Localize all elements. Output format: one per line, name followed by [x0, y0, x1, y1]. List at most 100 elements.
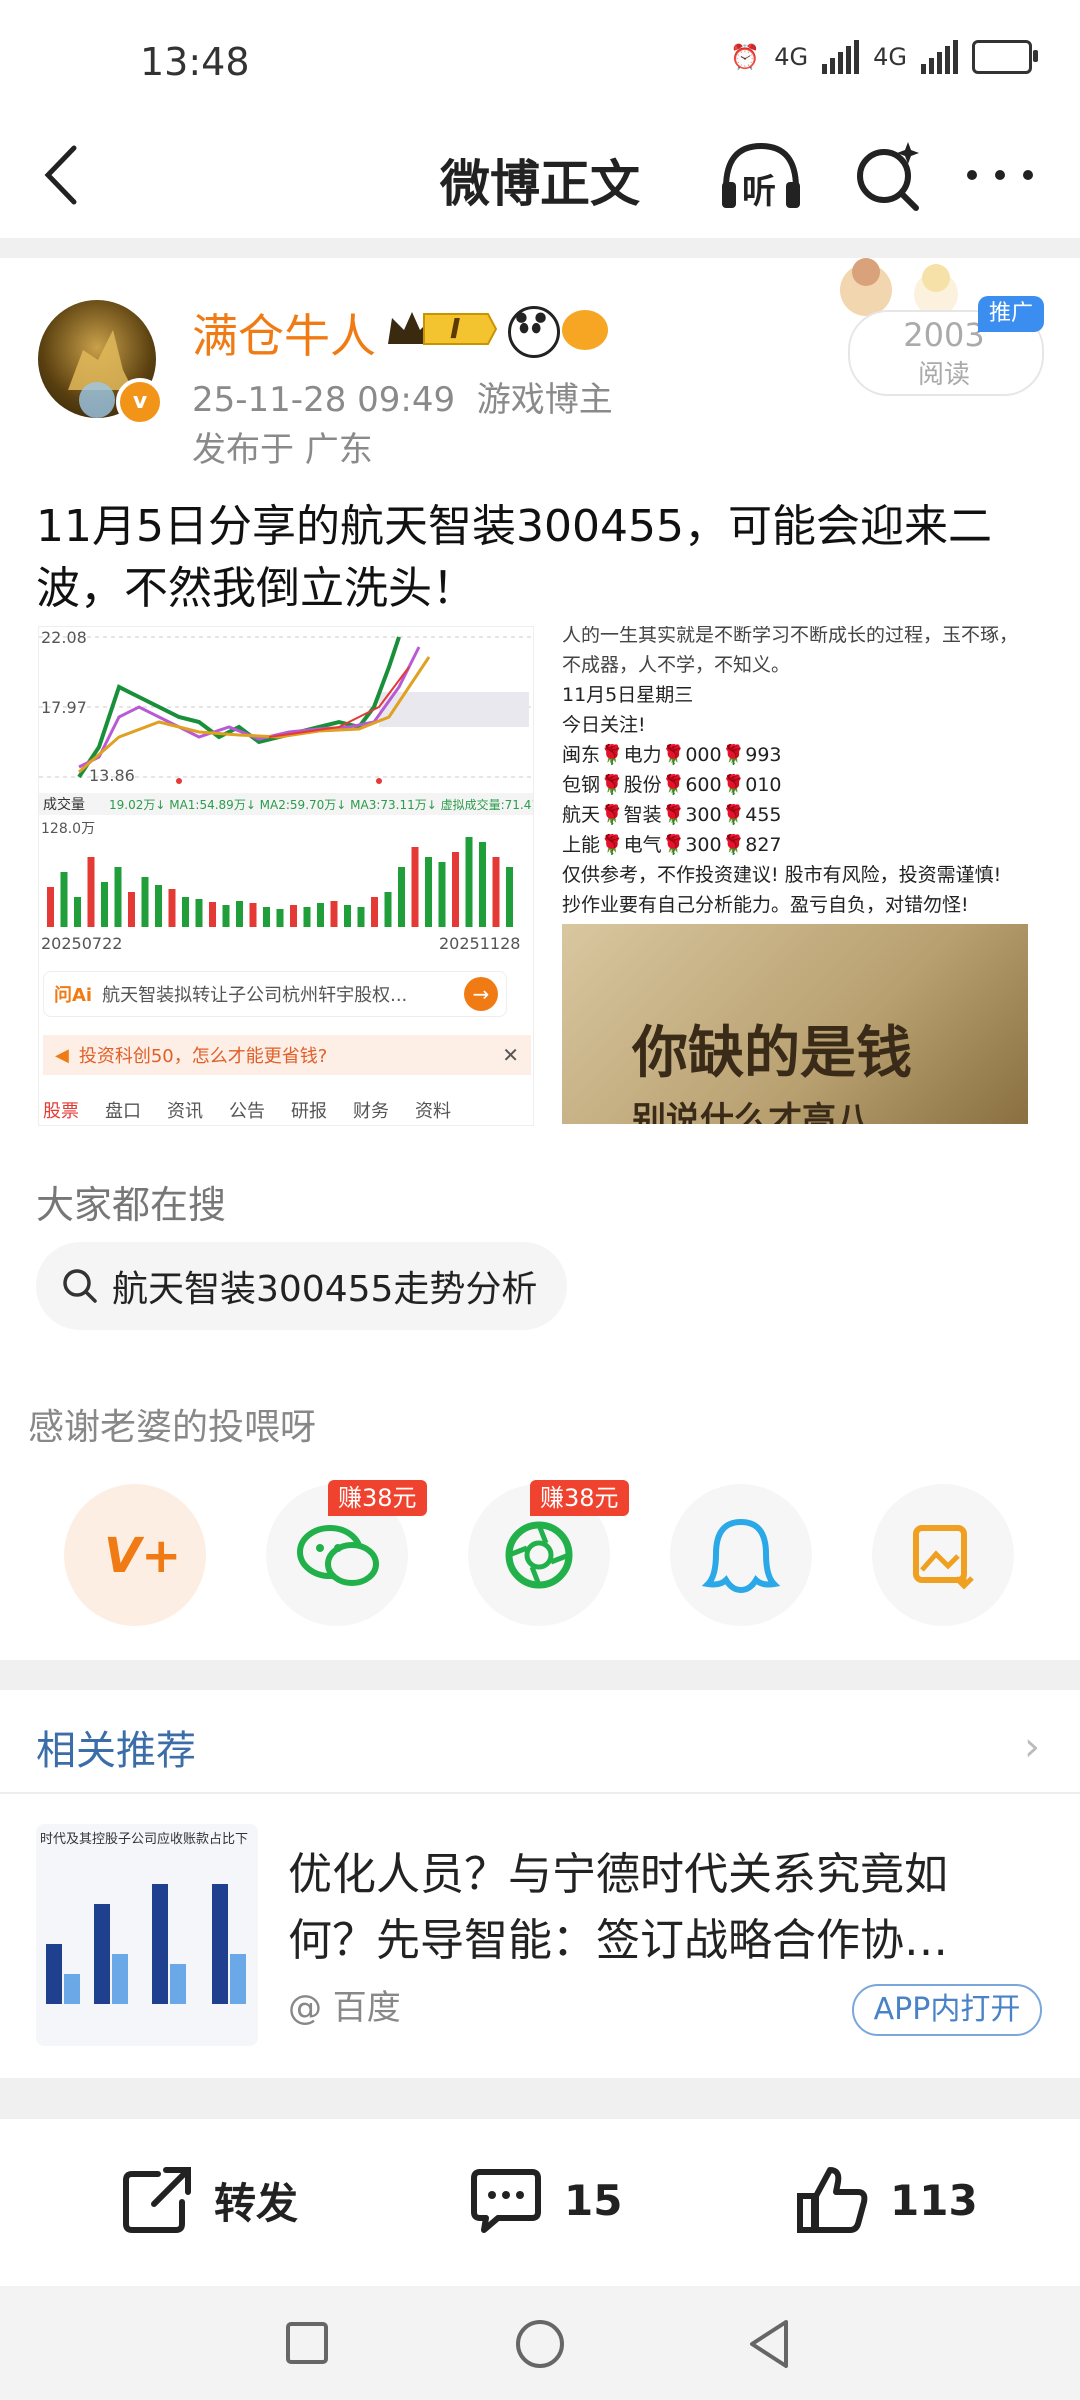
battery-icon — [972, 40, 1038, 74]
date-end-label: 20251128 — [439, 934, 520, 953]
date-start-label: 20250722 — [41, 934, 122, 953]
post-text: 11月5日分享的航天智装300455，可能会迎来二波，不然我倒立洗头！ — [36, 501, 992, 614]
user-role: 游戏博主 — [476, 380, 613, 420]
related-item-source: @ 百度 — [288, 1988, 401, 2028]
comment-icon — [471, 2169, 541, 2233]
tab-news[interactable]: 资讯 — [167, 1097, 203, 1123]
volume-bar — [357, 907, 365, 927]
alarm-icon: ⏰ — [730, 43, 761, 71]
ai-bar[interactable]: 问Ai 航天智装拟转让子公司杭州轩宇股权... → — [43, 971, 507, 1017]
volume-bar — [74, 897, 81, 927]
comment-count: 15 — [564, 2175, 623, 2225]
volume-bar — [236, 901, 243, 927]
volume-bars — [47, 837, 513, 927]
signal-icon-2 — [921, 40, 958, 74]
open-in-app-button[interactable]: APP内打开 — [852, 1984, 1042, 2036]
tab-stock[interactable]: 股票 — [43, 1097, 79, 1123]
poster-image: 你缺的是钱 别说什么才高八 — [562, 924, 1028, 1124]
volume-bar — [479, 842, 486, 927]
wechat-earn-tag: 赚38元 — [328, 1480, 427, 1516]
price-low-label: 13.86 — [89, 766, 135, 785]
divider — [0, 1660, 1080, 1690]
divider — [0, 238, 1080, 258]
tab-profile[interactable]: 资料 — [415, 1097, 451, 1123]
post-timestamp: 25-11-28 09:49 — [192, 380, 456, 420]
ai-label: 问Ai — [54, 985, 93, 1006]
post-location: 发布于 广东 — [192, 430, 373, 470]
related-section-title: 相关推荐 — [36, 1728, 196, 1774]
more-icon[interactable] — [960, 160, 1040, 190]
related-thumbnail[interactable]: 时代及其控股子公司应收账款占比下 — [36, 1824, 258, 2046]
volume-bar — [371, 897, 378, 927]
comment-button[interactable]: 15 — [468, 2162, 622, 2238]
post-meta: 25-11-28 09:49 游戏博主 — [192, 372, 613, 421]
promo-text: 投资科创50，怎么才能更省钱? — [78, 1046, 328, 1067]
volume-bar — [222, 905, 230, 927]
volume-max-label: 128.0万 — [41, 821, 95, 837]
save-image-button[interactable] — [872, 1484, 1014, 1626]
note-line-0: 人的一生其实就是不断学习不断成长的过程，玉不琢，不成器，人不学，不知义。 — [562, 626, 1019, 676]
note-stock-1: 闽东🌹电力🌹000🌹993 — [562, 744, 782, 766]
chevron-right-icon[interactable]: › — [1024, 1724, 1040, 1770]
poster-headline: 你缺的是钱 — [632, 1021, 912, 1086]
volume-bar — [398, 867, 405, 927]
repost-button[interactable]: 转发 — [118, 2162, 298, 2238]
ai-text: 航天智装拟转让子公司杭州轩宇股权... — [102, 985, 408, 1006]
volume-bar — [276, 909, 284, 927]
qq-share-button[interactable] — [670, 1484, 812, 1626]
thumbnail-chart — [46, 1884, 246, 2004]
trending-search-chip[interactable]: 航天智装300455走势分析 — [36, 1242, 568, 1330]
username[interactable]: 满仓牛人 — [192, 300, 376, 366]
tab-announcement[interactable]: 公告 — [229, 1097, 265, 1123]
volume-bar — [87, 857, 95, 927]
note-disclaimer: 仅供参考，不作投资建议! 股市有风险，投资需谨慎! 抄作业要有自己分析能力。盈亏… — [562, 864, 1002, 916]
thumbnail-caption: 时代及其控股子公司应收账款占比下 — [40, 1832, 249, 1847]
like-count: 113 — [890, 2175, 978, 2225]
network-type-2: 4G — [873, 43, 907, 71]
tab-finance[interactable]: 财务 — [353, 1097, 389, 1123]
trending-search-text: 航天智装300455走势分析 — [112, 1269, 538, 1310]
volume-bar — [141, 877, 149, 927]
repost-icon — [123, 2167, 191, 2233]
system-back-icon[interactable] — [742, 2316, 798, 2372]
volume-bar — [411, 847, 419, 927]
arrow-right-icon: → — [464, 977, 498, 1011]
volume-bar — [168, 889, 176, 927]
poster-subline: 别说什么才高八 — [632, 1100, 870, 1124]
trending-search-label: 大家都在搜 — [36, 1183, 227, 1227]
vplus-icon: V+ — [104, 1528, 182, 1584]
note-text-block: 人的一生其实就是不断学习不断成长的过程，玉不琢，不成器，人不学，不知义。 11月… — [562, 626, 1022, 920]
search-icon[interactable] — [848, 136, 928, 216]
note-date: 11月5日星期三 — [562, 684, 694, 706]
volume-bar — [47, 887, 54, 927]
tab-handicap[interactable]: 盘口 — [105, 1097, 141, 1123]
volume-bar — [249, 903, 257, 927]
note-stock-2: 包钢🌹股份🌹600🌹010 — [562, 774, 782, 796]
price-mid-label: 17.97 — [41, 698, 87, 717]
close-icon[interactable]: ✕ — [502, 1043, 519, 1067]
post-image-note[interactable]: 人的一生其实就是不断学习不断成长的过程，玉不琢，不成器，人不学，不知义。 11月… — [560, 626, 1030, 1124]
save-image-icon — [913, 1525, 974, 1590]
volume-bar — [452, 852, 459, 927]
volume-bar — [155, 885, 162, 927]
promo-tag: 推广 — [978, 296, 1044, 332]
qq-icon — [701, 1518, 781, 1594]
volume-bar — [263, 907, 270, 927]
vplus-share-button[interactable]: V+ — [64, 1484, 206, 1626]
listen-icon[interactable]: 听 — [716, 136, 806, 216]
related-item-title[interactable]: 优化人员？与宁德时代关系究竟如何？先导智能：签订战略合作协… — [288, 1842, 1028, 1974]
volume-bar — [128, 892, 135, 927]
post-image-chart[interactable]: 22.08 17.97 13.86 成交量 19.02万↓ MA1:54.89万… — [38, 626, 534, 1126]
divider — [0, 1792, 1080, 1794]
tab-research[interactable]: 研报 — [291, 1097, 327, 1123]
like-button[interactable]: 113 — [794, 2162, 978, 2238]
volume-bar — [492, 857, 500, 927]
moments-earn-tag: 赚38元 — [530, 1480, 629, 1516]
recent-apps-icon[interactable] — [282, 2318, 332, 2368]
promo-bar[interactable]: ◀ 投资科创50，怎么才能更省钱? ✕ — [43, 1035, 531, 1075]
member-level-text: I — [450, 312, 461, 345]
home-icon[interactable] — [512, 2316, 568, 2372]
volume-bar — [195, 899, 203, 927]
price-high-label: 22.08 — [41, 628, 87, 647]
panda-badge-icon — [508, 306, 560, 358]
